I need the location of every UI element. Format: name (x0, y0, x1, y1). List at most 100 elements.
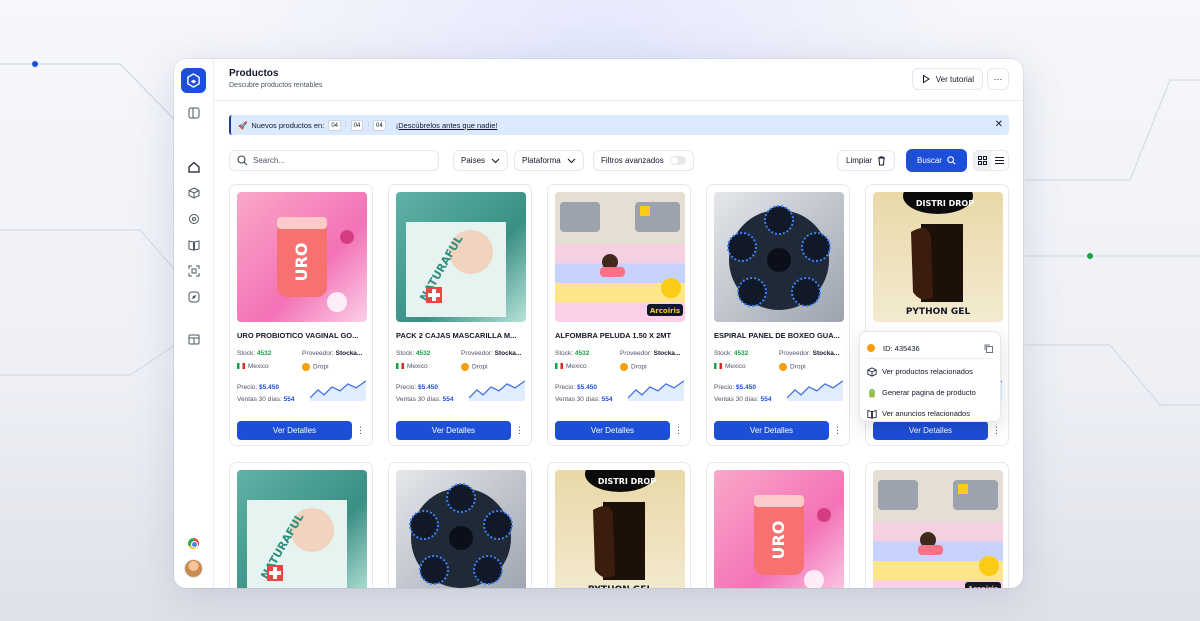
svg-text:Arcoiris: Arcoiris (650, 307, 680, 315)
kebab-menu-icon[interactable]: ⋮ (515, 424, 524, 436)
close-icon[interactable]: ✕ (995, 119, 1003, 130)
page-subtitle: Descubre productos rentables (229, 82, 323, 89)
grid-view-icon[interactable] (974, 151, 991, 170)
product-image[interactable]: Arcoiris (555, 192, 685, 322)
box-icon (867, 366, 877, 377)
sales-sparkline (787, 380, 843, 401)
dropi-icon (302, 363, 310, 371)
compass-icon[interactable] (186, 289, 202, 305)
countdown-hours: 04 (328, 119, 341, 131)
sales-value: Ventas 30 días: 554 (714, 396, 772, 403)
svg-text:PYTHON GEL: PYTHON GEL (906, 307, 971, 317)
product-image[interactable]: NATURAFUL (237, 470, 367, 588)
advanced-filters[interactable]: Filtros avanzados (593, 150, 694, 171)
product-image[interactable]: Arcoiris (873, 470, 1003, 588)
more-options-button[interactable]: ··· (987, 68, 1009, 90)
banner-link[interactable]: ¡Descúbrelos antes que nadie! (396, 121, 498, 130)
svg-text:DISTRI DROP: DISTRI DROP (916, 199, 974, 208)
advanced-toggle[interactable] (669, 156, 686, 165)
menu-item-label: Ver anuncios relacionados (882, 409, 970, 418)
sales-sparkline (469, 380, 525, 401)
product-image[interactable]: URO (714, 470, 844, 588)
country-value: Mexico (396, 363, 428, 370)
product-card: Arcoiris ALFOMBRA PELUDA 1.50 X 2MT Stoc… (547, 184, 691, 446)
box-icon[interactable] (186, 185, 202, 201)
tutorial-label: Ver tutorial (935, 74, 974, 84)
view-details-button[interactable]: Ver Detalles (714, 421, 829, 440)
menu-item-label: Generar pagina de producto (882, 388, 976, 397)
product-title[interactable]: PACK 2 CAJAS MASCARILLA M... (396, 331, 526, 340)
product-title[interactable]: URO PROBIOTICO VAGINAL GO... (237, 331, 367, 340)
countries-label: Paises (461, 156, 486, 165)
scan-icon[interactable] (186, 263, 202, 279)
search-button-label: Buscar (917, 156, 942, 165)
supplier-value: Dropi (779, 363, 806, 371)
sales-value: Ventas 30 días: 554 (237, 396, 295, 403)
search-icon (947, 156, 956, 165)
chrome-icon[interactable] (188, 538, 199, 549)
svg-text:URO: URO (292, 243, 311, 282)
product-image[interactable]: NATURAFUL (396, 192, 526, 322)
menu-item-label: Ver productos relacionados (882, 367, 973, 376)
search-input[interactable] (253, 156, 423, 165)
dropi-icon (779, 363, 787, 371)
menu-item-generate-page[interactable]: Generar pagina de producto (867, 382, 993, 403)
platform-label: Plataforma (522, 156, 561, 165)
mexico-flag-icon (555, 363, 563, 370)
product-card: URO URO PROBIOTICO VAGINAL GO... Stock: … (229, 184, 373, 446)
header: Productos Descubre productos rentables V… (214, 59, 1023, 101)
stock-value: Stock: 4532 (396, 350, 431, 357)
product-image[interactable]: DISTRI DROP PYTHON GEL (555, 470, 685, 588)
copy-icon[interactable] (984, 344, 993, 353)
product-image[interactable] (714, 192, 844, 322)
new-products-banner: 🚀 Nuevos productos en: 04 : 04 : 04 ¡Des… (229, 115, 1009, 135)
countries-filter[interactable]: Paises (453, 150, 509, 171)
sidebar-toggle-icon[interactable] (186, 105, 202, 121)
view-details-button[interactable]: Ver Detalles (555, 421, 670, 440)
chevron-down-icon (567, 158, 576, 163)
view-details-button[interactable]: Ver Detalles (237, 421, 352, 440)
kebab-menu-icon[interactable]: ⋮ (992, 424, 1001, 436)
product-title[interactable]: ESPIRAL PANEL DE BOXEO GUA... (714, 331, 844, 340)
product-id: ID: 435436 (883, 343, 920, 353)
product-card: NATURAFUL PACK 2 CAJAS MASCARILLA M... S… (388, 184, 532, 446)
toolbar: Paises Plataforma Filtros avanzados Limp… (229, 149, 1009, 172)
avatar[interactable] (184, 559, 203, 578)
sales-value: Ventas 30 días: 554 (396, 396, 454, 403)
country-value: Mexico (237, 363, 269, 370)
search-button[interactable]: Buscar (906, 149, 967, 172)
supplier-value: Dropi (620, 363, 647, 371)
product-image[interactable]: URO (237, 192, 367, 322)
view-details-button[interactable]: Ver Detalles (396, 421, 511, 440)
target-icon[interactable] (186, 211, 202, 227)
provider-value: Proveedor: Stocka... (302, 350, 363, 357)
store-icon[interactable] (186, 331, 202, 347)
stock-value: Stock: 4532 (555, 350, 590, 357)
book-icon (867, 409, 877, 419)
kebab-menu-icon[interactable]: ⋮ (674, 424, 683, 436)
provider-value: Proveedor: Stocka... (620, 350, 681, 357)
app-logo[interactable] (181, 68, 206, 93)
country-value: Mexico (555, 363, 587, 370)
product-card: NATURAFUL (229, 462, 373, 588)
kebab-menu-icon[interactable]: ⋮ (356, 424, 365, 436)
product-image[interactable]: DISTRI DROP PYTHON GEL (873, 192, 1003, 322)
kebab-menu-icon[interactable]: ⋮ (833, 424, 842, 436)
clear-button[interactable]: Limpiar (837, 150, 896, 171)
tutorial-button[interactable]: Ver tutorial (911, 68, 983, 90)
price-value: Precio: $5.450 (714, 384, 756, 391)
countdown-minutes: 04 (350, 119, 364, 131)
clear-label: Limpiar (846, 156, 873, 165)
list-view-icon[interactable] (991, 151, 1008, 170)
product-image[interactable] (396, 470, 526, 588)
dropi-icon (867, 344, 875, 352)
sidebar (174, 59, 214, 588)
svg-text:URO: URO (769, 521, 788, 560)
sales-value: Ventas 30 días: 554 (555, 396, 613, 403)
book-icon[interactable] (186, 237, 202, 253)
product-title[interactable]: ALFOMBRA PELUDA 1.50 X 2MT (555, 331, 685, 340)
home-icon[interactable] (186, 159, 202, 175)
menu-item-related-ads[interactable]: Ver anuncios relacionados (867, 403, 993, 424)
platform-filter[interactable]: Plataforma (514, 150, 584, 171)
menu-item-related-products[interactable]: Ver productos relacionados (867, 361, 993, 382)
